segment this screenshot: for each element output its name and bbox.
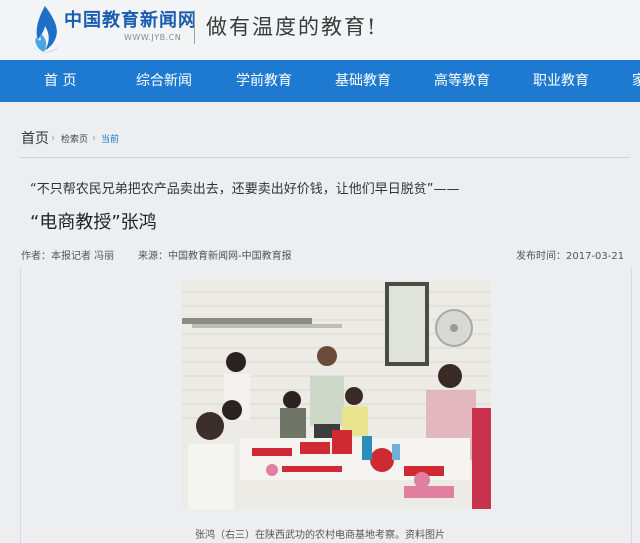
- nav-item-basic-education[interactable]: 基础教育: [335, 60, 391, 102]
- article-source: 来源：中国教育新闻网-中国教育报: [138, 251, 292, 262]
- site-slogan: 做有温度的教育!: [206, 15, 378, 39]
- article-author: 作者：本报记者 冯丽: [21, 251, 115, 262]
- nav-item-preschool[interactable]: 学前教育: [236, 60, 292, 102]
- nav-item-home[interactable]: 首 页: [44, 60, 76, 102]
- article-content: 首页 › 检索页 › 当前 “不只帮农民兄弟把农产品卖出去，还要卖出好价钱，让他…: [0, 102, 640, 543]
- breadcrumb-home[interactable]: 首页: [21, 128, 49, 148]
- site-name[interactable]: 中国教育新闻网: [64, 6, 197, 32]
- main-nav: 首 页 综合新闻 学前教育 基础教育 高等教育 职业教育 家: [0, 60, 640, 102]
- nav-item-vocational[interactable]: 职业教育: [533, 60, 589, 102]
- header-divider: [194, 10, 195, 44]
- title-divider: [20, 157, 630, 158]
- publish-time: 发布时间：2017-03-21: [516, 251, 625, 262]
- breadcrumb-current[interactable]: 当前: [101, 132, 119, 145]
- nav-item-higher-education[interactable]: 高等教育: [434, 60, 490, 102]
- nav-item-family[interactable]: 家: [632, 60, 640, 102]
- site-header: 中国教育新闻网 WWW.JYB.CN 做有温度的教育!: [0, 0, 640, 60]
- breadcrumb-separator-icon: ›: [92, 133, 96, 144]
- photo-caption: 张鸿（右三）在陕西武功的农村电商基地考察。资料图片: [195, 530, 445, 541]
- breadcrumb-separator-icon: ›: [51, 133, 55, 144]
- site-url: WWW.JYB.CN: [124, 33, 182, 42]
- nav-item-general-news[interactable]: 综合新闻: [136, 60, 192, 102]
- flame-logo-icon[interactable]: [28, 4, 62, 54]
- article-photo: [182, 280, 491, 509]
- article-title: “电商教授”张鸿: [30, 212, 157, 233]
- breadcrumb-search[interactable]: 检索页: [61, 132, 88, 145]
- article-subtitle: “不只帮农民兄弟把农产品卖出去，还要卖出好价钱，让他们早日脱贫”——: [30, 182, 460, 197]
